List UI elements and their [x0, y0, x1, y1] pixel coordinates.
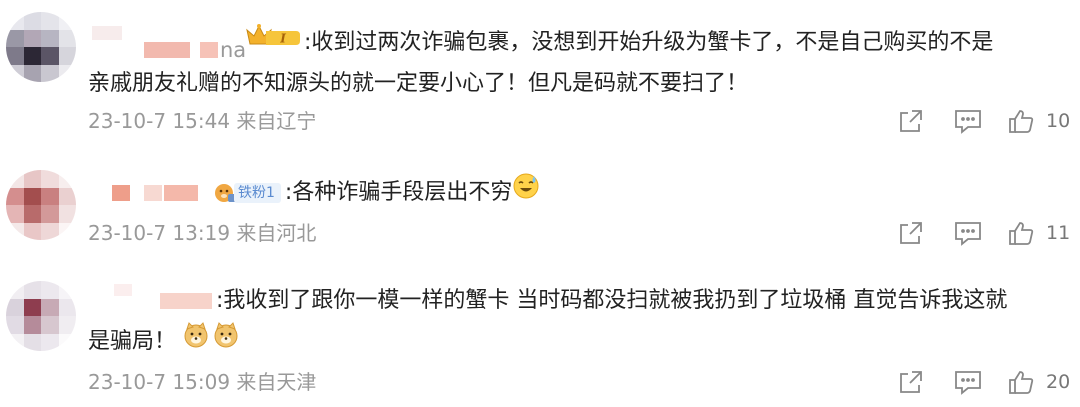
comment-location: 来自辽宁	[236, 109, 317, 133]
comment-item: na I :收到过两次诈骗包裹，没想到开始升级为蟹卡了，不是自己购买的不是 亲戚…	[0, 0, 1080, 140]
share-icon[interactable]	[898, 108, 924, 134]
comment-text: :收到过两次诈骗包裹，没想到开始升级为蟹卡了，不是自己购买的不是	[304, 30, 994, 55]
username[interactable]	[88, 182, 208, 204]
comment-location: 来自河北	[236, 221, 317, 245]
username-tail: na	[220, 38, 247, 62]
share-icon[interactable]	[898, 220, 924, 246]
comment-text-continued: 亲戚朋友礼赠的不知源头的就一定要小心了！但凡是码就不要扫了！	[88, 71, 749, 96]
comment-text: :我收到了跟你一模一样的蟹卡 当时码都没扫就被我扔到了垃圾桶 直觉告诉我这就	[216, 288, 1008, 313]
comment-item: :我收到了跟你一模一样的蟹卡 当时码都没扫就被我扔到了垃圾桶 直觉告诉我这就 是…	[0, 265, 1080, 407]
sweat-smile-emoji-icon	[512, 172, 540, 214]
comment-text-continued: 是骗局！	[88, 329, 177, 354]
like-count: 20	[1046, 371, 1071, 393]
fan-badge[interactable]: 铁粉1	[212, 182, 281, 204]
comment-date: 23-10-7 13:19	[88, 221, 231, 245]
avatar[interactable]	[6, 12, 76, 82]
avatar[interactable]	[6, 281, 76, 351]
comment-meta: 23-10-7 13:19 来自河北	[88, 216, 316, 250]
username[interactable]: na	[88, 26, 246, 62]
comment-text: :各种诈骗手段层出不穷	[284, 180, 513, 205]
like-icon[interactable]	[1008, 220, 1034, 246]
like-icon[interactable]	[1008, 369, 1034, 395]
share-icon[interactable]	[898, 369, 924, 395]
fan-badge-label: 铁粉1	[234, 183, 281, 203]
avatar[interactable]	[6, 170, 76, 240]
like-count: 11	[1046, 222, 1071, 244]
username[interactable]	[88, 284, 216, 312]
comment-date: 23-10-7 15:44	[88, 109, 231, 133]
comment-icon[interactable]	[954, 220, 982, 246]
comment-icon[interactable]	[954, 108, 982, 134]
crown-vip-badge-icon[interactable]: I	[244, 22, 302, 64]
comment-meta: 23-10-7 15:09 来自天津	[88, 365, 316, 399]
like-icon[interactable]	[1008, 108, 1034, 134]
comment-meta: 23-10-7 15:44 来自辽宁	[88, 104, 316, 138]
svg-text:I: I	[279, 32, 286, 46]
comment-date: 23-10-7 15:09	[88, 370, 231, 394]
like-count: 10	[1046, 110, 1071, 132]
comment-location: 来自天津	[236, 370, 317, 394]
comment-icon[interactable]	[954, 369, 982, 395]
doge-emoji-icon	[212, 321, 240, 363]
comment-item: 铁粉1 :各种诈骗手段层出不穷 23-10-7 13:19 来自河北 11	[0, 140, 1080, 265]
doge-emoji-icon	[182, 321, 210, 363]
